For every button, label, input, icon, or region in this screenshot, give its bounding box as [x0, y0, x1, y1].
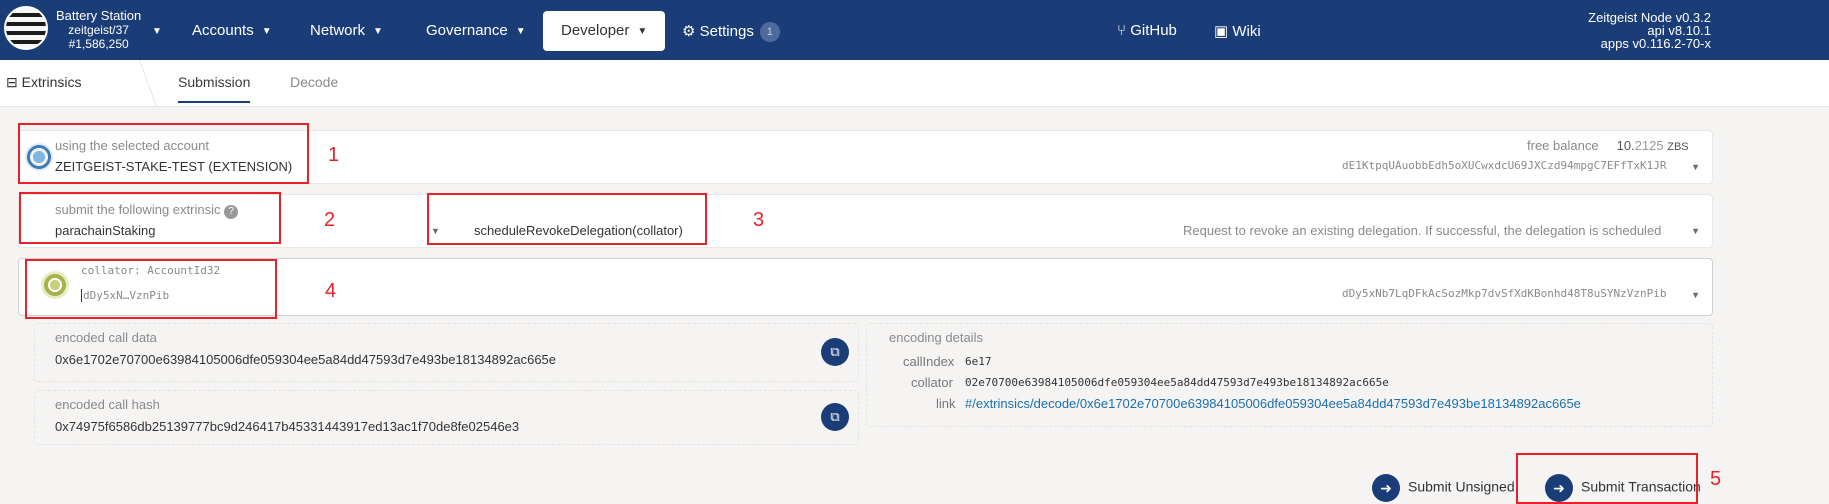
chevron-down-icon: ▼ — [637, 26, 648, 37]
annotation-box-5 — [1516, 453, 1698, 504]
annotation-box-4 — [25, 259, 277, 319]
call-hash-value: 0x74975f6586db25139777bc9d246417b4533144… — [55, 419, 520, 434]
chevron-down-icon: ▼ — [373, 26, 383, 37]
menu-governance[interactable]: Governance ▼ — [426, 22, 526, 39]
menu-network[interactable]: Network ▼ — [310, 22, 383, 39]
menu-label: Network — [310, 22, 366, 39]
copy-icon[interactable]: ⧉ — [821, 403, 849, 431]
decode-link[interactable]: #/extrinsics/decode/0x6e1702e70700e63984… — [965, 396, 1581, 411]
tab-decode[interactable]: Decode — [290, 74, 338, 90]
link-label: Wiki — [1232, 23, 1261, 40]
balance-integer: 10. — [1616, 138, 1635, 153]
top-navbar: Battery Station zeitgeist/37 #1,586,250 … — [0, 0, 1829, 60]
method-description: Request to revoke an existing delegation… — [1183, 223, 1662, 238]
gear-icon: ⚙ — [682, 23, 696, 40]
sub-navbar: ⊟ Extrinsics Submission Decode — [0, 60, 1829, 107]
github-link[interactable]: ⑂ GitHub — [1117, 22, 1177, 39]
account-address: dE1KtpqUAuobbEdh5oXUCwxdcU69JXCzd94mpgC7… — [1342, 159, 1667, 172]
annotation-number-3: 3 — [753, 209, 765, 231]
encoded-call-hash-panel: encoded call hash 0x74975f6586db25139777… — [34, 390, 859, 445]
callindex-label: callIndex — [903, 354, 955, 369]
button-label: Submit Unsigned — [1408, 478, 1515, 495]
inbox-icon: ⊟ — [6, 74, 18, 90]
annotation-box-1 — [18, 123, 309, 184]
balance-unit: ZBS — [1667, 141, 1689, 153]
chevron-down-icon: ▼ — [152, 26, 162, 37]
apps-version: apps v0.116.2-70-x — [1600, 36, 1711, 51]
menu-label: Developer — [561, 22, 630, 39]
annotation-number-4: 4 — [325, 280, 337, 302]
call-data-value: 0x6e1702e70700e63984105006dfe059304ee5a8… — [55, 352, 557, 367]
call-data-label: encoded call data — [55, 330, 157, 345]
menu-label: Settings — [699, 23, 754, 40]
menu-accounts[interactable]: Accounts ▼ — [192, 22, 272, 39]
chain-name: Battery Station — [56, 8, 142, 23]
block-number: #1,586,250 — [68, 37, 129, 51]
chevron-down-icon: ▼ — [1691, 290, 1700, 300]
annotation-box-3 — [427, 193, 707, 245]
chain-selector[interactable]: Battery Station zeitgeist/37 #1,586,250 … — [56, 8, 162, 52]
encoding-details-panel: encoding details callIndex 6e17 collator… — [866, 323, 1713, 427]
link-label: GitHub — [1130, 22, 1177, 39]
menu-label: Governance — [426, 22, 508, 39]
section-extrinsics[interactable]: ⊟ Extrinsics — [6, 74, 82, 91]
annotation-number-5: 5 — [1710, 468, 1722, 490]
wiki-link[interactable]: ▣ Wiki — [1214, 22, 1261, 40]
detail-collator-label: collator — [911, 375, 953, 390]
free-balance: free balance 10.2125 ZBS — [1527, 138, 1689, 153]
sign-in-icon: ➜ — [1372, 474, 1400, 502]
settings-badge: 1 — [759, 22, 780, 43]
balance-decimal: 2125 — [1634, 138, 1664, 153]
menu-settings[interactable]: ⚙ Settings 1 — [682, 22, 780, 43]
menu-developer[interactable]: Developer ▼ — [543, 11, 666, 51]
chevron-down-icon: ▼ — [1691, 162, 1700, 172]
tab-submission[interactable]: Submission — [178, 74, 251, 103]
call-hash-label: encoded call hash — [55, 397, 160, 412]
breadcrumb-divider — [120, 60, 158, 107]
detail-collator-value: 02e70700e63984105006dfe059304ee5a84dd475… — [965, 376, 1389, 389]
git-branch-icon: ⑂ — [1117, 22, 1127, 39]
collator-address: dDy5xNb7LqDFkAcSozMkp7dvSfXdKBonhd48T8uS… — [1342, 287, 1667, 300]
chevron-down-icon: ▼ — [1691, 226, 1700, 236]
encoding-details-title: encoding details — [889, 330, 983, 345]
chevron-down-icon: ▼ — [515, 26, 526, 37]
book-icon: ▣ — [1214, 23, 1229, 40]
callindex-value: 6e17 — [965, 355, 992, 368]
menu-label: Accounts — [192, 22, 254, 39]
annotation-number-1: 1 — [328, 144, 340, 166]
encoded-call-data-panel: encoded call data 0x6e1702e70700e6398410… — [34, 323, 859, 382]
section-label: Extrinsics — [21, 74, 82, 90]
annotation-box-2 — [19, 192, 281, 244]
copy-icon[interactable]: ⧉ — [821, 338, 849, 366]
annotation-number-2: 2 — [324, 209, 336, 231]
version-info: Zeitgeist Node v0.3.2 api v8.10.1 apps v… — [1588, 11, 1711, 50]
submit-unsigned-button[interactable]: ➜ Submit Unsigned — [1372, 474, 1515, 502]
chain-runtime: zeitgeist/37 — [68, 23, 129, 37]
chevron-down-icon: ▼ — [261, 26, 272, 37]
chain-logo[interactable] — [4, 6, 48, 50]
link-label: link — [936, 396, 956, 411]
balance-label: free balance — [1527, 138, 1599, 153]
